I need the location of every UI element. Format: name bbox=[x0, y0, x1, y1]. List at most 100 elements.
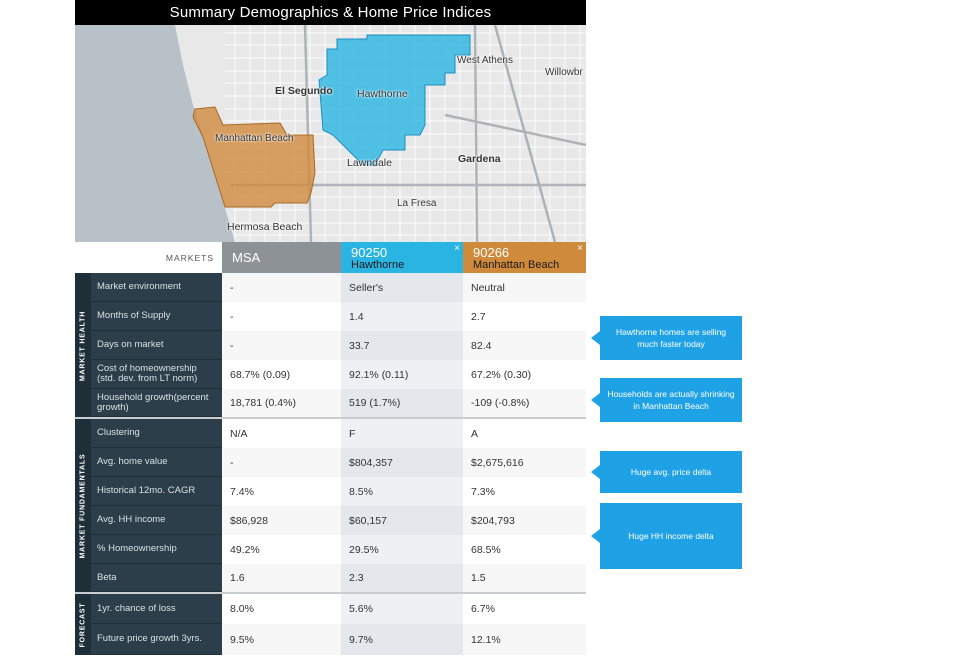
map-label-west-athens: West Athens bbox=[457, 55, 513, 66]
cell-manhattan-beach: 12.1% bbox=[463, 624, 586, 655]
table-row: Historical 12mo. CAGR 7.4% 8.5% 7.3% bbox=[91, 477, 586, 506]
map-label-manhattan-beach: Manhattan Beach bbox=[215, 133, 294, 144]
cell-msa: - bbox=[222, 302, 341, 331]
callout-price-delta: Huge avg. price delta bbox=[591, 451, 742, 493]
callout-arrow bbox=[591, 529, 600, 543]
cell-manhattan-beach: 1.5 bbox=[463, 564, 586, 592]
cell-hawthorne: $60,157 bbox=[341, 506, 463, 535]
row-label: Market environment bbox=[91, 273, 222, 302]
column-header-hawthorne: 90250 Hawthorne × bbox=[341, 242, 463, 273]
table-row: Avg. HH income $86,928 $60,157 $204,793 bbox=[91, 506, 586, 535]
table-row: Cost of homeownership (std. dev. from LT… bbox=[91, 360, 586, 389]
callout-arrow bbox=[591, 331, 600, 345]
section-label: MARKET HEALTH bbox=[79, 310, 87, 381]
cell-msa: 68.7% (0.09) bbox=[222, 360, 341, 389]
row-label: Future price growth 3yrs. bbox=[91, 624, 222, 655]
cell-hawthorne: 1.4 bbox=[341, 302, 463, 331]
table-row: % Homeownership 49.2% 29.5% 68.5% bbox=[91, 535, 586, 564]
table-row: Months of Supply - 1.4 2.7 bbox=[91, 302, 586, 331]
callout-text: Hawthorne homes are selling much faster … bbox=[615, 327, 727, 349]
cell-msa: 1.6 bbox=[222, 564, 341, 592]
cell-msa: 18,781 (0.4%) bbox=[222, 389, 341, 417]
map-label-hermosa-beach: Hermosa Beach bbox=[227, 221, 303, 233]
column-header-manhattan-beach: 90266 Manhattan Beach × bbox=[463, 242, 586, 273]
close-icon[interactable]: × bbox=[577, 243, 583, 254]
section-forecast: FORECAST bbox=[75, 594, 91, 655]
cell-msa: 7.4% bbox=[222, 477, 341, 506]
cell-manhattan-beach: $2,675,616 bbox=[463, 448, 586, 477]
cell-manhattan-beach: 6.7% bbox=[463, 594, 586, 624]
manhattan-zip: 90266 bbox=[473, 245, 510, 260]
cell-hawthorne: 29.5% bbox=[341, 535, 463, 564]
map[interactable]: West Athens Willowbr El Segundo Hawthorn… bbox=[75, 25, 586, 242]
row-label: % Homeownership bbox=[91, 535, 222, 564]
cell-msa: - bbox=[222, 448, 341, 477]
row-label: Cost of homeownership (std. dev. from LT… bbox=[91, 360, 222, 389]
cell-msa: N/A bbox=[222, 419, 341, 448]
cell-hawthorne: 2.3 bbox=[341, 564, 463, 592]
callout-text: Huge HH income delta bbox=[628, 531, 714, 541]
row-label: Household growth(percent growth) bbox=[91, 389, 222, 417]
section-market-fundamentals: MARKET FUNDAMENTALS bbox=[75, 419, 91, 593]
cell-msa: 9.5% bbox=[222, 624, 341, 655]
map-label-la-fresa: La Fresa bbox=[397, 198, 437, 209]
section-market-health: MARKET HEALTH bbox=[75, 273, 91, 418]
cell-hawthorne: 5.6% bbox=[341, 594, 463, 624]
cell-manhattan-beach: 67.2% (0.30) bbox=[463, 360, 586, 389]
callout-household-growth: Households are actually shrinking in Man… bbox=[591, 378, 742, 422]
row-label: Days on market bbox=[91, 331, 222, 360]
cell-hawthorne: 92.1% (0.11) bbox=[341, 360, 463, 389]
table-row: Market environment - Seller's Neutral bbox=[91, 273, 586, 302]
cell-manhattan-beach: A bbox=[463, 419, 586, 448]
table-row: 1yr. chance of loss 8.0% 5.6% 6.7% bbox=[91, 594, 586, 624]
table-row: Days on market - 33.7 82.4 bbox=[91, 331, 586, 360]
cell-manhattan-beach: $204,793 bbox=[463, 506, 586, 535]
row-label: Clustering bbox=[91, 419, 222, 448]
cell-manhattan-beach: 82.4 bbox=[463, 331, 586, 360]
cell-hawthorne: $804,357 bbox=[341, 448, 463, 477]
row-label: 1yr. chance of loss bbox=[91, 594, 222, 624]
section-label: FORECAST bbox=[79, 602, 87, 647]
cell-manhattan-beach: -109 (-0.8%) bbox=[463, 389, 586, 417]
manhattan-name: Manhattan Beach bbox=[473, 259, 560, 271]
cell-hawthorne: F bbox=[341, 419, 463, 448]
row-label: Beta bbox=[91, 564, 222, 592]
table-row: Beta 1.6 2.3 1.5 bbox=[91, 564, 586, 592]
cell-msa: $86,928 bbox=[222, 506, 341, 535]
cell-manhattan-beach: 2.7 bbox=[463, 302, 586, 331]
callout-text: Households are actually shrinking in Man… bbox=[607, 389, 735, 411]
hawthorne-zip: 90250 bbox=[351, 245, 388, 260]
row-label: Avg. home value bbox=[91, 448, 222, 477]
cell-manhattan-beach: 68.5% bbox=[463, 535, 586, 564]
map-label-el-segundo: El Segundo bbox=[275, 85, 333, 97]
page-title: Summary Demographics & Home Price Indice… bbox=[75, 0, 586, 25]
callout-income-delta: Huge HH income delta bbox=[591, 503, 742, 569]
map-label-hawthorne: Hawthorne bbox=[357, 88, 408, 100]
table-row: Future price growth 3yrs. 9.5% 9.7% 12.1… bbox=[91, 624, 586, 655]
table-row: Avg. home value - $804,357 $2,675,616 bbox=[91, 448, 586, 477]
cell-msa: 49.2% bbox=[222, 535, 341, 564]
cell-manhattan-beach: 7.3% bbox=[463, 477, 586, 506]
map-label-lawndale: Lawndale bbox=[347, 157, 392, 169]
cell-hawthorne: 33.7 bbox=[341, 331, 463, 360]
cell-hawthorne: 8.5% bbox=[341, 477, 463, 506]
cell-hawthorne: Seller's bbox=[341, 273, 463, 302]
cell-hawthorne: 9.7% bbox=[341, 624, 463, 655]
table-row: Household growth(percent growth) 18,781 … bbox=[91, 389, 586, 417]
hawthorne-name: Hawthorne bbox=[351, 259, 405, 271]
comparison-table: MARKETS MSA 90250 Hawthorne × 90266 Manh… bbox=[75, 242, 586, 655]
markets-header: MARKETS bbox=[75, 242, 222, 273]
callout-arrow bbox=[591, 393, 600, 407]
close-icon[interactable]: × bbox=[454, 243, 460, 254]
cell-msa: 8.0% bbox=[222, 594, 341, 624]
cell-msa: - bbox=[222, 331, 341, 360]
row-label: Months of Supply bbox=[91, 302, 222, 331]
callout-text: Huge avg. price delta bbox=[630, 467, 712, 477]
cell-hawthorne: 519 (1.7%) bbox=[341, 389, 463, 417]
row-label: Historical 12mo. CAGR bbox=[91, 477, 222, 506]
callout-days-on-market: Hawthorne homes are selling much faster … bbox=[591, 316, 742, 360]
callout-arrow bbox=[591, 465, 600, 479]
table-row: Clustering N/A F A bbox=[91, 419, 586, 448]
column-header-msa: MSA bbox=[222, 242, 341, 273]
cell-msa: - bbox=[222, 273, 341, 302]
